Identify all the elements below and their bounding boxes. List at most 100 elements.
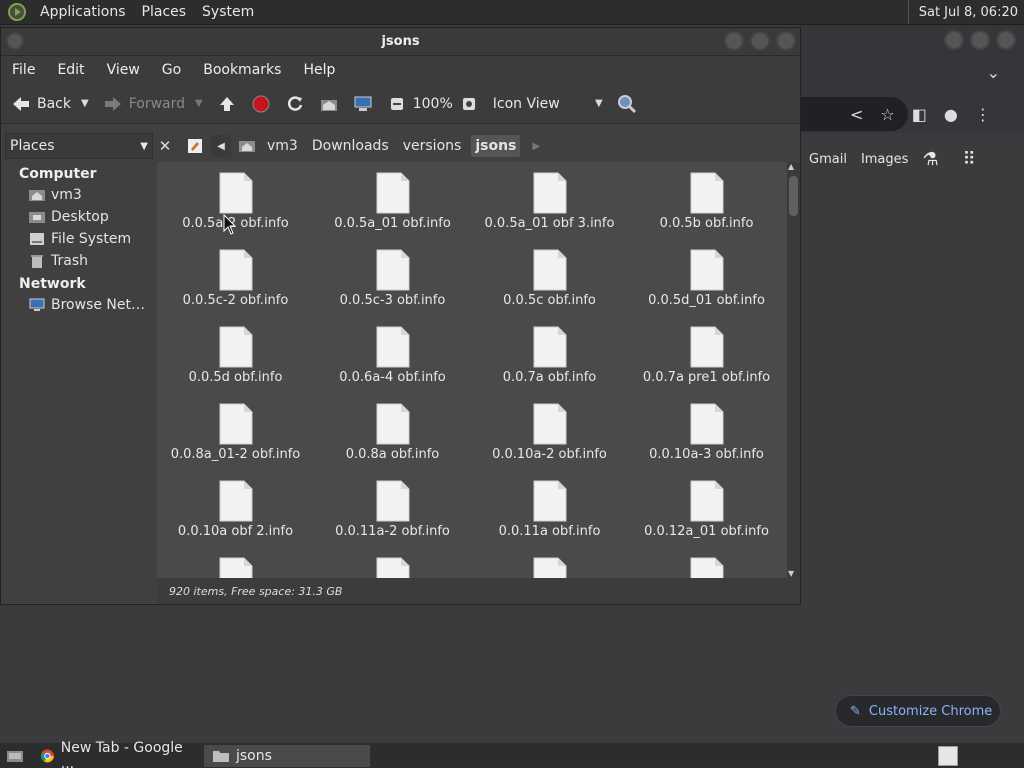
window-titlebar[interactable]: jsons [1,28,800,56]
clock[interactable]: Sat Jul 8, 06:20 [907,0,1024,24]
document-file-icon [376,403,409,445]
file-item[interactable] [157,557,314,578]
system-menu[interactable]: System [194,4,262,20]
back-button[interactable]: Back ▼ [11,94,89,114]
places-menu[interactable]: Places [134,4,195,20]
zoom-out-icon[interactable] [387,94,407,114]
chevron-down-icon: ▼ [140,140,148,152]
minimize-button[interactable] [724,31,744,51]
taskbar-item-jsons[interactable]: jsons [204,744,370,767]
forward-button[interactable]: Forward ▼ [103,94,203,114]
file-item[interactable]: 0.0.10a-3 obf.info [628,403,785,467]
file-item[interactable]: 0.0.5c-3 obf.info [314,249,471,313]
tab-search-chevron-icon[interactable]: ⌄ [987,63,1000,82]
file-item[interactable]: 0.0.10a obf 2.info [157,480,314,544]
breadcrumb-vm3[interactable]: vm3 [263,135,302,157]
file-item[interactable]: 0.0.7a pre1 obf.info [628,326,785,390]
menu-bookmarks[interactable]: Bookmarks [192,62,292,78]
file-item[interactable]: 0.0.5a_01 obf.info [314,172,471,236]
images-link[interactable]: Images [861,152,909,167]
sidebar-item-desktop[interactable]: Desktop [5,206,151,228]
file-item[interactable]: 0.0.8a_01-2 obf.info [157,403,314,467]
document-file-icon [533,557,566,578]
file-item[interactable]: 0.0.5c obf.info [471,249,628,313]
sidebar-item-vm3[interactable]: vm3 [5,184,151,206]
menubar: File Edit View Go Bookmarks Help [1,56,800,84]
file-item[interactable] [471,557,628,578]
sidebar-item-browse-network[interactable]: Browse Net… [5,294,151,316]
file-item[interactable]: 0.0.12a_01 obf.info [628,480,785,544]
close-button[interactable] [996,30,1016,50]
zoom-level[interactable]: 100% [413,96,453,112]
file-item[interactable]: 0.0.7a obf.info [471,326,628,390]
scroll-down-icon[interactable]: ▼ [788,569,794,578]
applications-menu[interactable]: Applications [32,4,134,20]
file-item[interactable]: 0.0.5b obf.info [628,172,785,236]
breadcrumb-left-arrow-icon[interactable]: ◀ [211,135,231,157]
bookmark-star-icon[interactable]: ☆ [880,105,894,124]
up-arrow-icon[interactable] [217,94,237,114]
breadcrumb-right-arrow-icon[interactable]: ▶ [526,135,546,157]
stop-icon[interactable] [251,94,271,114]
show-desktop-icon[interactable] [4,746,26,766]
menu-edit[interactable]: Edit [46,62,95,78]
file-item[interactable]: 0.0.5a_01 obf 3.info [471,172,628,236]
close-sidebar-icon[interactable]: ✕ [155,136,175,156]
sidebar-item-file-system[interactable]: File System [5,228,151,250]
breadcrumb-jsons[interactable]: jsons [471,135,521,157]
view-mode-label: Icon View [492,95,560,112]
file-item[interactable]: 0.0.10a-2 obf.info [471,403,628,467]
desktop-folder-icon [29,212,45,223]
forward-history-dropdown-icon[interactable]: ▼ [195,98,203,109]
scrollbar-thumb[interactable] [789,176,798,216]
sidebar-places-select[interactable]: Places ▼ [5,133,153,159]
gmail-link[interactable]: Gmail [809,152,847,167]
home-folder-icon[interactable] [319,94,339,114]
back-history-dropdown-icon[interactable]: ▼ [81,98,89,109]
scroll-up-icon[interactable]: ▲ [788,162,794,171]
apps-grid-icon[interactable]: ⠿ [963,149,976,170]
share-icon[interactable]: < [850,105,863,124]
side-panel-icon[interactable]: ◧ [912,105,927,124]
vertical-scrollbar[interactable]: ▲ ▼ [787,162,800,578]
menu-file[interactable]: File [1,62,46,78]
file-item[interactable]: 0.0.5d_01 obf.info [628,249,785,313]
customize-chrome-button[interactable]: ✎ Customize Chrome [835,695,1001,727]
close-button[interactable] [776,31,796,51]
file-icon-view[interactable]: 0.0.5a-2 obf.info 0.0.5a_01 obf.info 0.0.5… [157,162,787,578]
places-select-label: Places [10,138,55,154]
file-item[interactable]: 0.0.8a obf.info [314,403,471,467]
menu-help[interactable]: Help [292,62,346,78]
file-item[interactable]: 0.0.5d obf.info [157,326,314,390]
mate-logo-icon[interactable] [8,3,26,21]
taskbar-item-chrome[interactable]: New Tab - Google ... [32,740,198,768]
menu-go[interactable]: Go [151,62,192,78]
document-file-icon [376,480,409,522]
file-item[interactable]: 0.0.5c-2 obf.info [157,249,314,313]
workspace-switcher[interactable] [938,745,958,766]
breadcrumb-downloads[interactable]: Downloads [308,135,393,157]
file-name: 0.0.5a_01 obf.info [334,216,451,231]
minimize-button[interactable] [944,30,964,50]
zoom-in-icon[interactable] [459,94,479,114]
maximize-button[interactable] [970,30,990,50]
maximize-button[interactable] [750,31,770,51]
document-file-icon [219,557,252,578]
file-item[interactable] [628,557,785,578]
file-item[interactable]: 0.0.6a-4 obf.info [314,326,471,390]
more-menu-icon[interactable]: ⋮ [975,105,991,124]
computer-icon[interactable] [353,94,373,114]
file-item[interactable]: 0.0.11a obf.info [471,480,628,544]
profile-avatar-icon[interactable]: ● [944,105,958,124]
reload-icon[interactable] [285,94,305,114]
window-menu-button[interactable] [6,32,24,50]
breadcrumb-versions[interactable]: versions [399,135,466,157]
edit-location-icon[interactable] [185,136,205,156]
file-item[interactable]: 0.0.11a-2 obf.info [314,480,471,544]
menu-view[interactable]: View [96,62,151,78]
view-mode-select[interactable]: Icon View ▼ [493,96,603,112]
search-icon[interactable] [617,94,637,114]
labs-flask-icon[interactable]: ⚗ [922,149,938,170]
file-item[interactable] [314,557,471,578]
sidebar-item-trash[interactable]: Trash [5,250,151,272]
